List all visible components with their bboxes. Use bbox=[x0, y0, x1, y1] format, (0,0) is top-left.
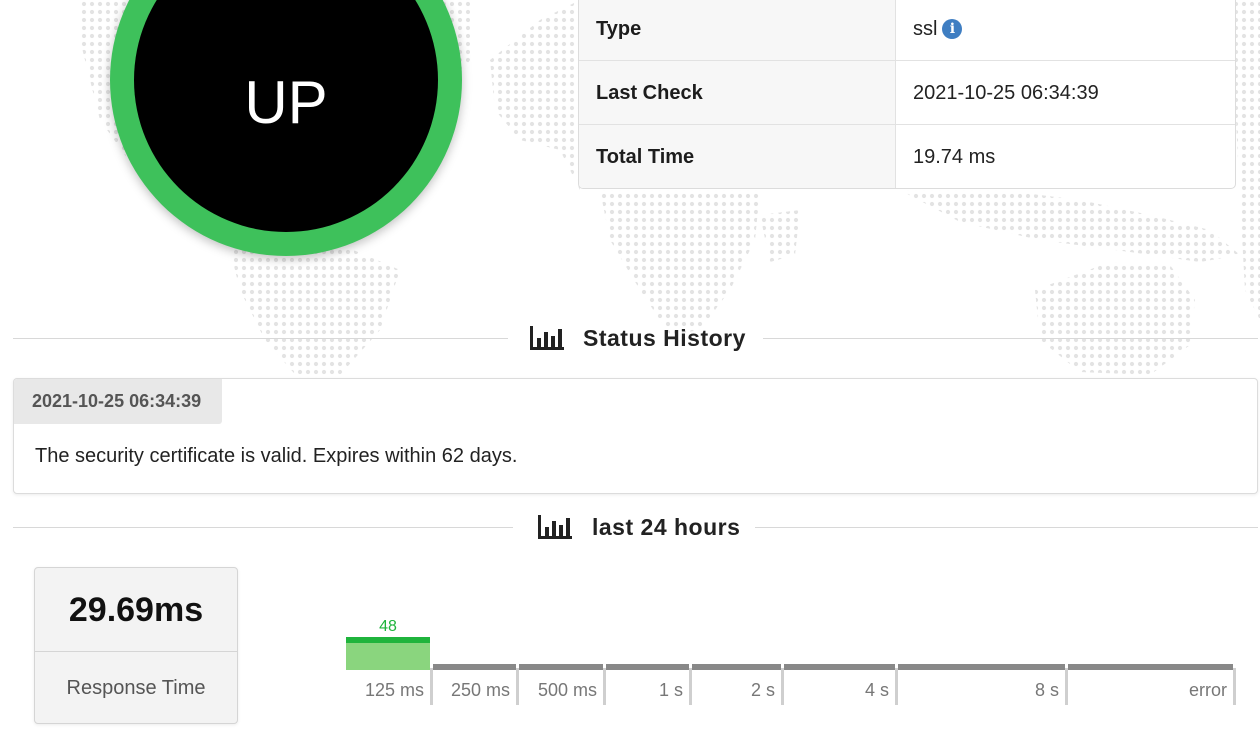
histogram-bar-cap bbox=[606, 664, 689, 670]
last-24-hours-heading: last 24 hours bbox=[13, 512, 1258, 542]
histogram-bar-cap bbox=[898, 664, 1065, 670]
status-history-heading: Status History bbox=[13, 323, 1258, 353]
info-key: Total Time bbox=[579, 125, 896, 188]
histogram-tick bbox=[1233, 668, 1236, 705]
histogram-bar-cap bbox=[692, 664, 781, 670]
histogram-bin-label: 2 s bbox=[750, 680, 775, 700]
info-value: ssl i bbox=[913, 0, 963, 61]
histogram-bin-label: error bbox=[1188, 680, 1227, 700]
histogram-bin-label: 250 ms bbox=[450, 680, 510, 700]
info-key: Last Check bbox=[579, 61, 896, 124]
histogram-bar bbox=[346, 643, 430, 670]
status-label: UP bbox=[244, 69, 328, 136]
histogram-bar-cap bbox=[519, 664, 603, 670]
status-history-entry: 2021-10-25 06:34:39 The security certifi… bbox=[13, 378, 1258, 494]
section-title: Status History bbox=[583, 325, 746, 351]
histogram-bin-label: 8 s bbox=[1034, 680, 1059, 700]
bar-chart-icon bbox=[530, 326, 564, 350]
histogram-bar-cap bbox=[433, 664, 516, 670]
info-row-total-time: Total Time 19.74 ms bbox=[579, 125, 1235, 188]
histogram-bar-cap bbox=[346, 637, 430, 643]
info-row-last-check: Last Check 2021-10-25 06:34:39 bbox=[579, 61, 1235, 125]
divider-line bbox=[763, 338, 1258, 339]
response-time-label: Response Time bbox=[66, 677, 206, 699]
response-time-value: 29.69ms bbox=[35, 568, 237, 652]
response-time-stat: 29.69ms Response Time bbox=[34, 567, 238, 724]
history-message: The security certificate is valid. Expir… bbox=[35, 445, 518, 467]
histogram-bin-label: 4 s bbox=[864, 680, 889, 700]
info-value: 2021-10-25 06:34:39 bbox=[913, 82, 1099, 104]
histogram-bar-cap bbox=[1068, 664, 1233, 670]
histogram-bin-label: 125 ms bbox=[364, 680, 424, 700]
monitor-info-table: Type ssl i Last Check 2021-10-25 06:34:39… bbox=[578, 0, 1236, 189]
info-key: Type bbox=[579, 0, 896, 60]
histogram-bar-cap bbox=[784, 664, 895, 670]
histogram-bin-label: 500 ms bbox=[537, 680, 597, 700]
bar-chart-icon bbox=[538, 515, 572, 539]
divider-line bbox=[755, 527, 1258, 528]
histogram-bin-label: 1 s bbox=[658, 680, 683, 700]
info-value-text: ssl bbox=[913, 18, 938, 40]
history-timestamp: 2021-10-25 06:34:39 bbox=[14, 379, 222, 424]
info-value: 19.74 ms bbox=[913, 146, 996, 168]
info-icon[interactable]: i bbox=[942, 19, 963, 39]
divider-line bbox=[13, 527, 513, 528]
info-row-type: Type ssl i bbox=[579, 0, 1235, 61]
status-indicator-core: UP bbox=[134, 0, 438, 232]
section-title: last 24 hours bbox=[592, 514, 741, 540]
divider-line bbox=[13, 338, 508, 339]
histogram-count: 48 bbox=[379, 618, 397, 635]
